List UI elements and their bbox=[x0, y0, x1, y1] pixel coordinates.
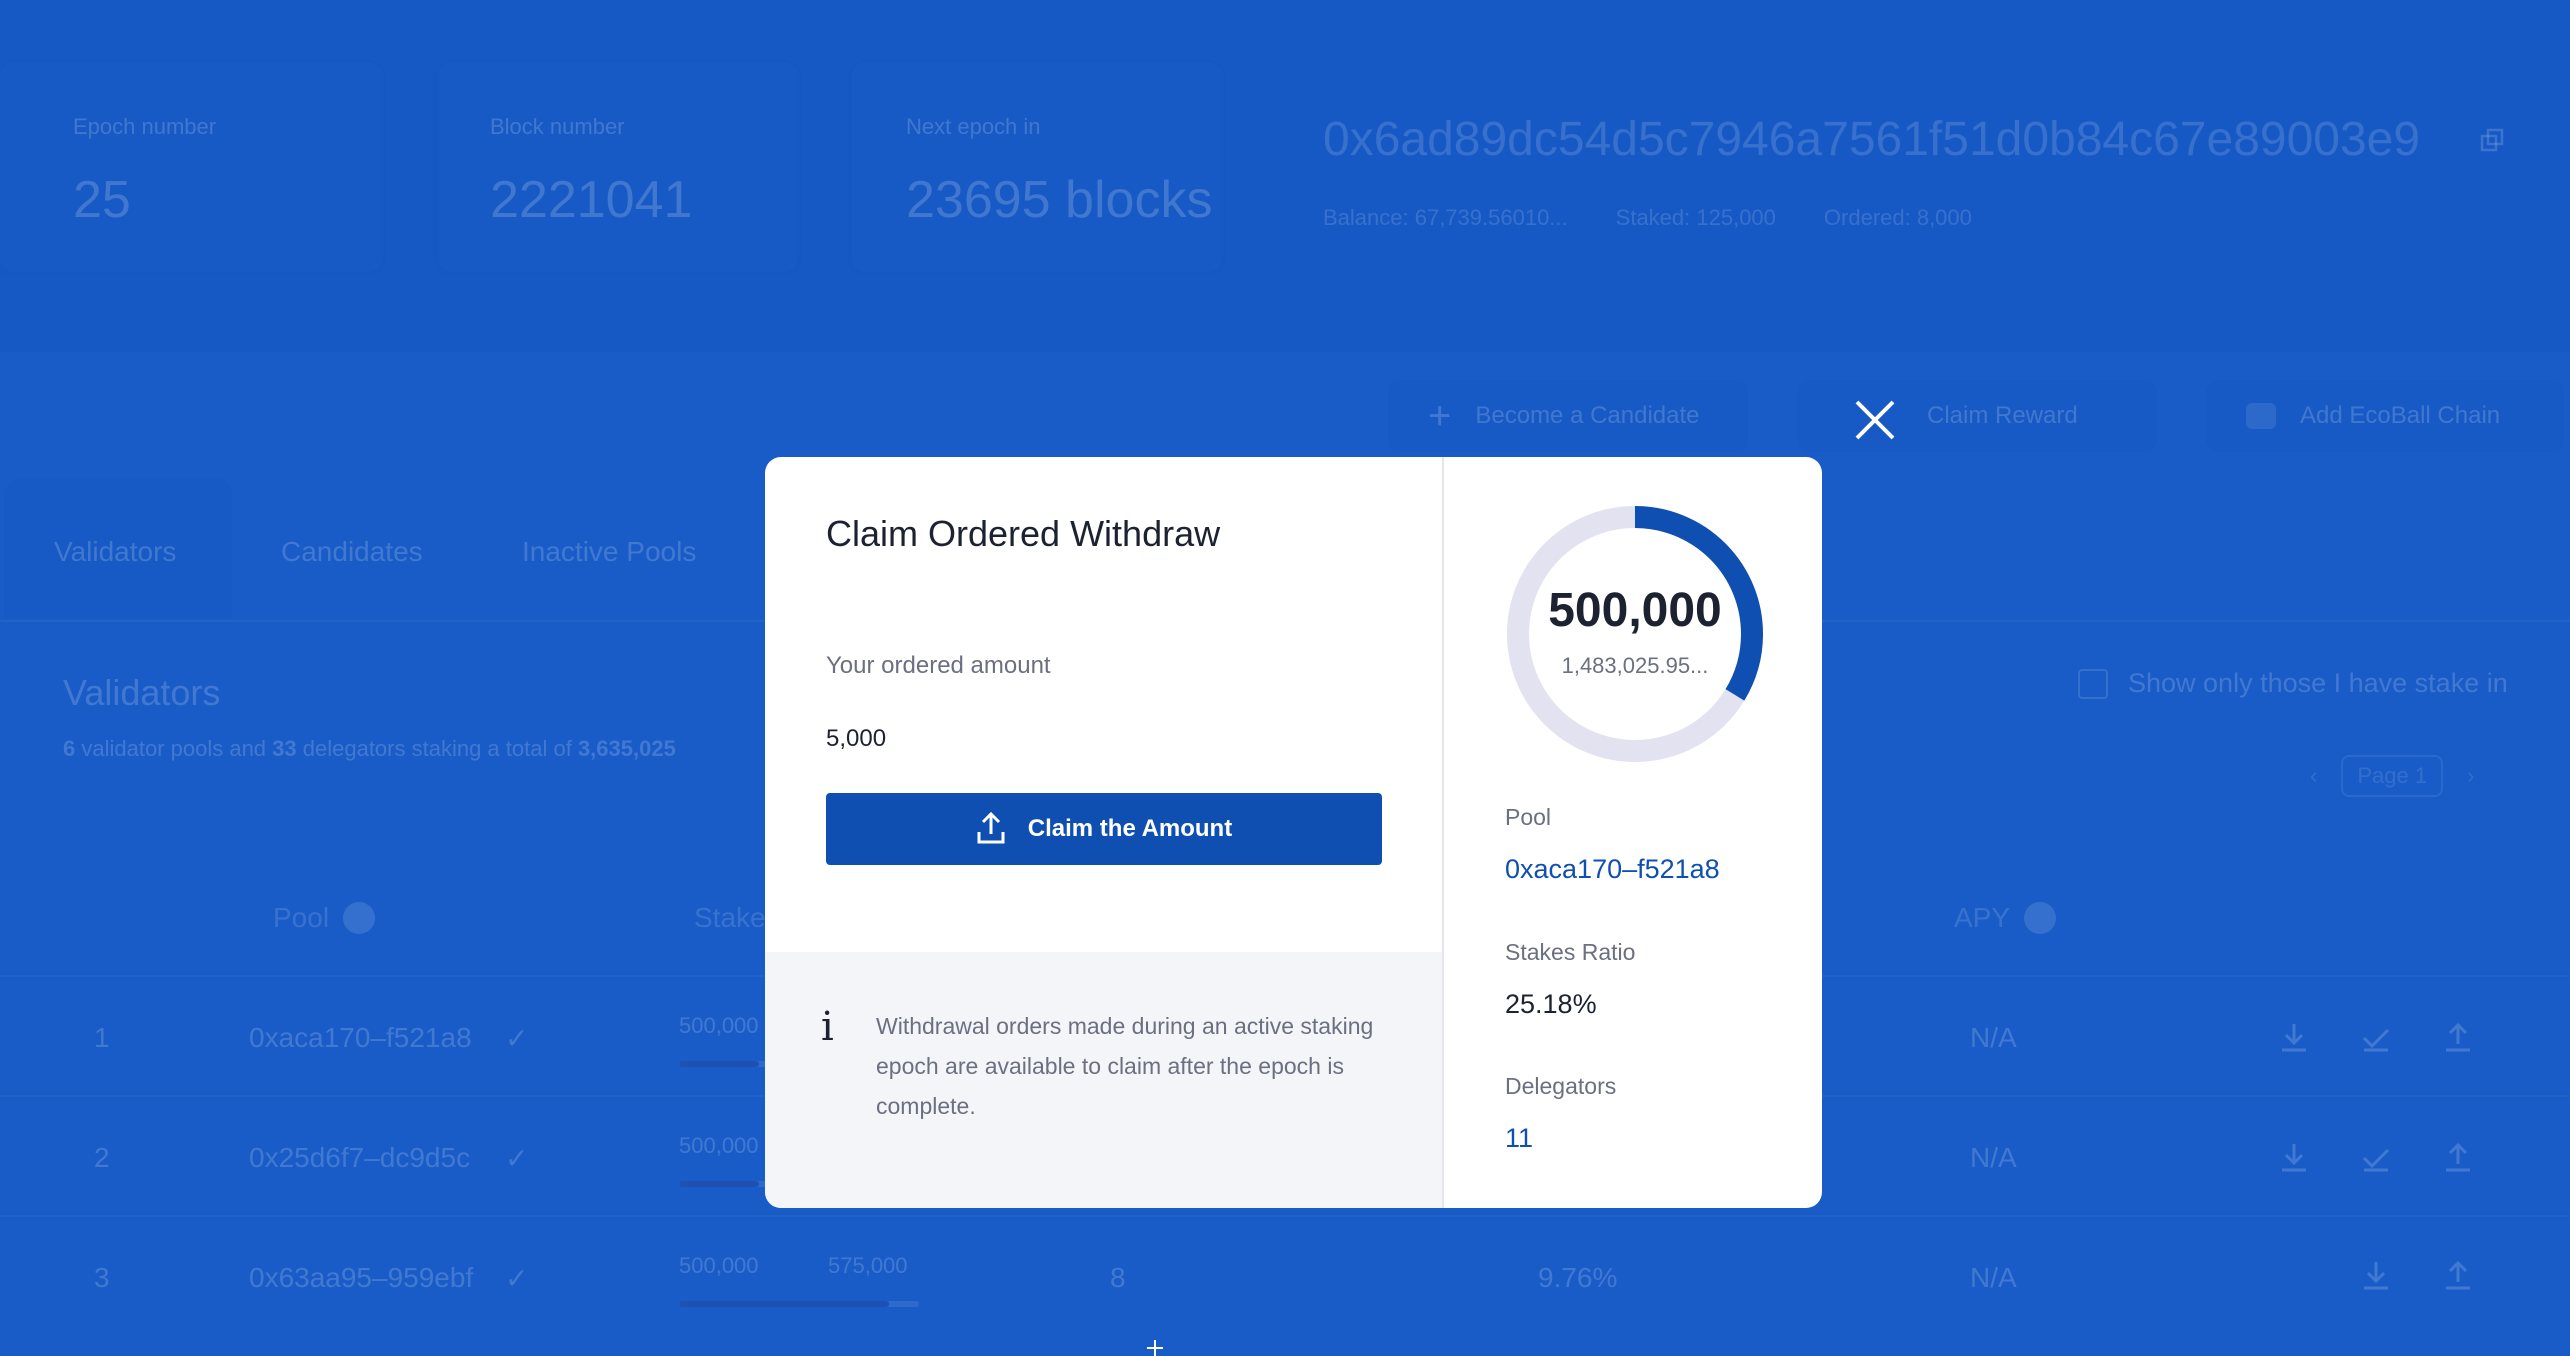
modal-left-panel: Claim Ordered Withdraw Your ordered amou… bbox=[765, 457, 1442, 1208]
close-icon[interactable] bbox=[1853, 398, 1897, 442]
stakes-ratio-label: Stakes Ratio bbox=[1505, 939, 1636, 965]
claim-withdraw-modal: Claim Ordered Withdraw Your ordered amou… bbox=[765, 457, 1822, 1208]
delegators-link[interactable]: 11 bbox=[1505, 1123, 1533, 1154]
modal-title: Claim Ordered Withdraw bbox=[826, 513, 1221, 554]
info-icon: i bbox=[821, 1004, 834, 1050]
ordered-amount-value: 5,000 bbox=[826, 725, 887, 752]
modal-right-panel: 500,000 1,483,025.95... Pool 0xaca170–f5… bbox=[1442, 457, 1822, 1208]
pool-label: Pool bbox=[1505, 804, 1552, 830]
donut-total: 1,483,025.95... bbox=[1561, 653, 1709, 678]
delegators-label: Delegators bbox=[1505, 1073, 1617, 1099]
info-box: i Withdrawal orders made during an activ… bbox=[765, 952, 1442, 1208]
donut-value: 500,000 bbox=[1548, 584, 1722, 637]
ordered-amount-label: Your ordered amount bbox=[826, 652, 1051, 679]
upload-icon bbox=[977, 812, 1005, 844]
info-text: Withdrawal orders made during an active … bbox=[876, 1013, 1374, 1119]
claim-amount-button[interactable]: Claim the Amount bbox=[826, 793, 1382, 865]
cursor-icon bbox=[1147, 1340, 1163, 1356]
pool-link[interactable]: 0xaca170–f521a8 bbox=[1505, 854, 1720, 885]
stakes-ratio-value: 25.18% bbox=[1505, 989, 1597, 1019]
claim-amount-label: Claim the Amount bbox=[1027, 815, 1233, 842]
